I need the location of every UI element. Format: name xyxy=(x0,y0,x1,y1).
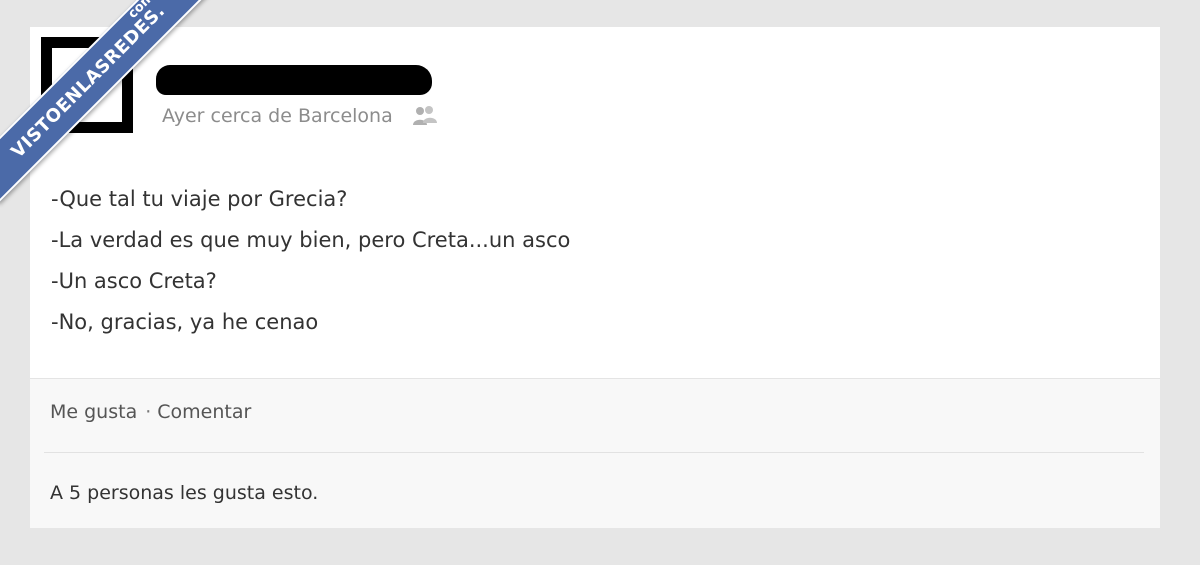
like-link[interactable]: Me gusta xyxy=(50,401,137,423)
people-icon[interactable] xyxy=(411,105,439,127)
post-body: -Que tal tu viaje por Grecia? -La verdad… xyxy=(51,179,570,343)
comment-link[interactable]: Comentar xyxy=(157,401,251,423)
author-name-redacted xyxy=(156,65,432,95)
post-card: Ayer cerca de Barcelona -Que tal tu viaj… xyxy=(30,27,1160,528)
post-line: -La verdad es que muy bien, pero Creta..… xyxy=(51,228,571,252)
likes-summary[interactable]: A 5 personas les gusta esto. xyxy=(50,482,318,504)
post-footer: Me gusta · Comentar A 5 personas les gus… xyxy=(30,378,1160,528)
post-line: -Un asco Creta? xyxy=(51,269,217,293)
screenshot-stage: Ayer cerca de Barcelona -Que tal tu viaj… xyxy=(0,0,1200,565)
post-actions: Me gusta · Comentar xyxy=(50,401,251,423)
footer-divider xyxy=(44,452,1144,453)
post-meta: Ayer cerca de Barcelona xyxy=(162,105,439,127)
post-line: -No, gracias, ya he cenao xyxy=(51,310,319,334)
post-line: -Que tal tu viaje por Grecia? xyxy=(51,187,348,211)
post-time-location[interactable]: Ayer cerca de Barcelona xyxy=(162,105,393,127)
action-separator: · xyxy=(145,401,152,423)
